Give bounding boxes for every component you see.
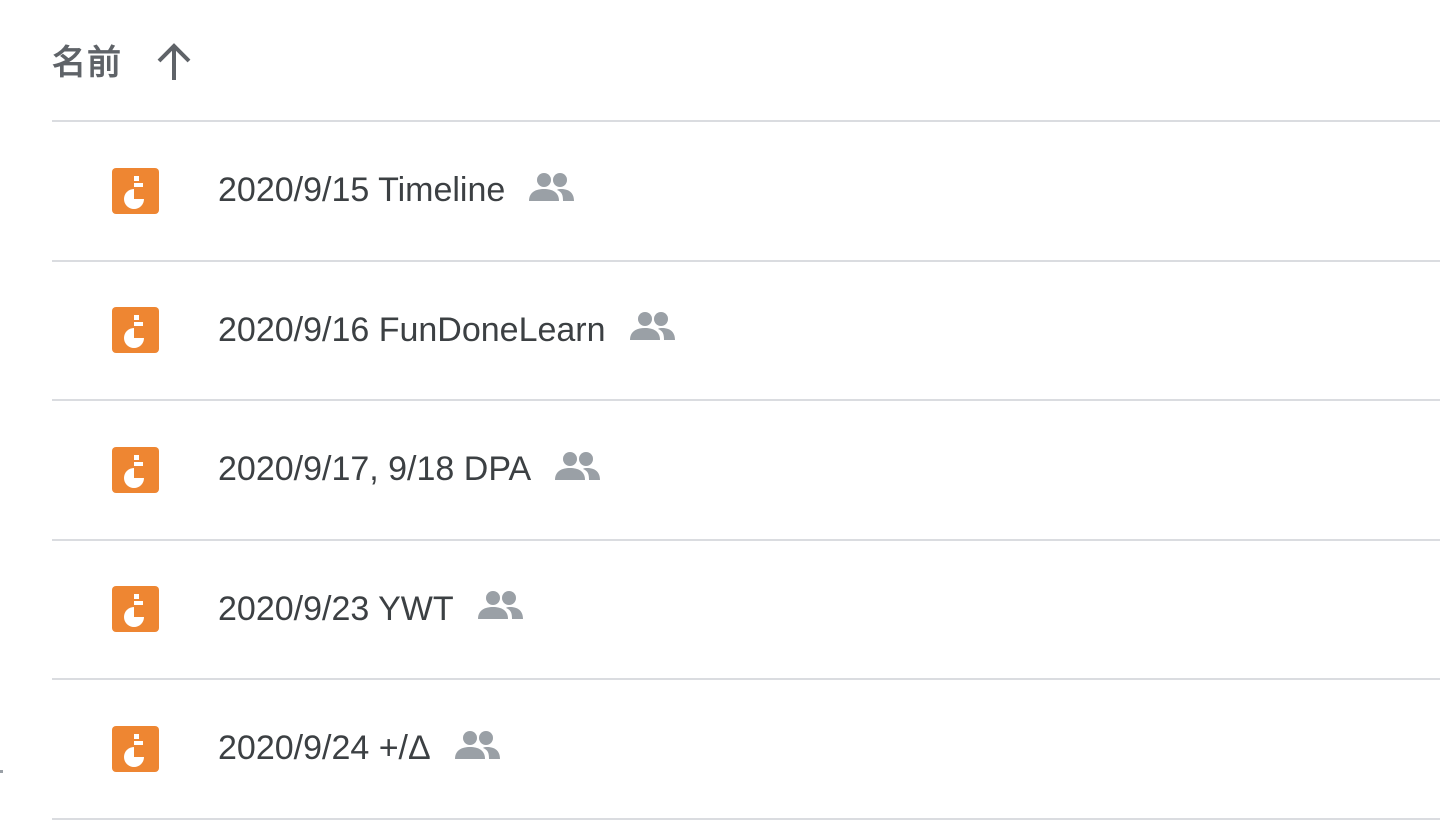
- file-name-text: 2020/9/15 Timeline: [218, 171, 506, 210]
- edge-mark: [0, 770, 3, 773]
- file-row[interactable]: 2020/9/17, 9/18 DPA: [52, 401, 1440, 541]
- file-name: 2020/9/16 FunDoneLearn: [218, 311, 676, 350]
- jamboard-icon: [112, 167, 159, 214]
- file-name: 2020/9/24 +/Δ: [218, 729, 501, 768]
- file-row[interactable]: 2020/9/23 YWT: [52, 541, 1440, 680]
- jamboard-icon: [112, 307, 159, 354]
- shared-people-icon: [477, 591, 523, 620]
- file-name-text: 2020/9/16 FunDoneLearn: [218, 310, 606, 349]
- file-name: 2020/9/23 YWT: [218, 590, 524, 629]
- file-name-text: 2020/9/23 YWT: [218, 589, 454, 628]
- list-header: 名前: [52, 0, 1440, 122]
- file-name: 2020/9/15 Timeline: [218, 171, 575, 210]
- shared-people-icon: [529, 172, 575, 201]
- name-column-header[interactable]: 名前: [52, 35, 122, 84]
- file-name-text: 2020/9/24 +/Δ: [218, 729, 431, 768]
- sort-ascending-button[interactable]: [148, 36, 200, 88]
- file-row[interactable]: 2020/9/24 +/Δ: [52, 680, 1440, 820]
- file-list: 名前 2020/9/15 Timeline 2020/9/16 FunDoneL…: [52, 0, 1440, 820]
- jamboard-icon: [112, 586, 159, 633]
- file-name: 2020/9/17, 9/18 DPA: [218, 450, 601, 489]
- file-row[interactable]: 2020/9/16 FunDoneLearn: [52, 262, 1440, 401]
- file-row[interactable]: 2020/9/15 Timeline: [52, 122, 1440, 262]
- jamboard-icon: [112, 725, 159, 772]
- arrow-up-icon: [157, 43, 191, 80]
- shared-people-icon: [629, 312, 675, 341]
- shared-people-icon: [555, 451, 601, 480]
- jamboard-icon: [112, 446, 159, 493]
- file-name-text: 2020/9/17, 9/18 DPA: [218, 450, 532, 489]
- shared-people-icon: [454, 730, 500, 759]
